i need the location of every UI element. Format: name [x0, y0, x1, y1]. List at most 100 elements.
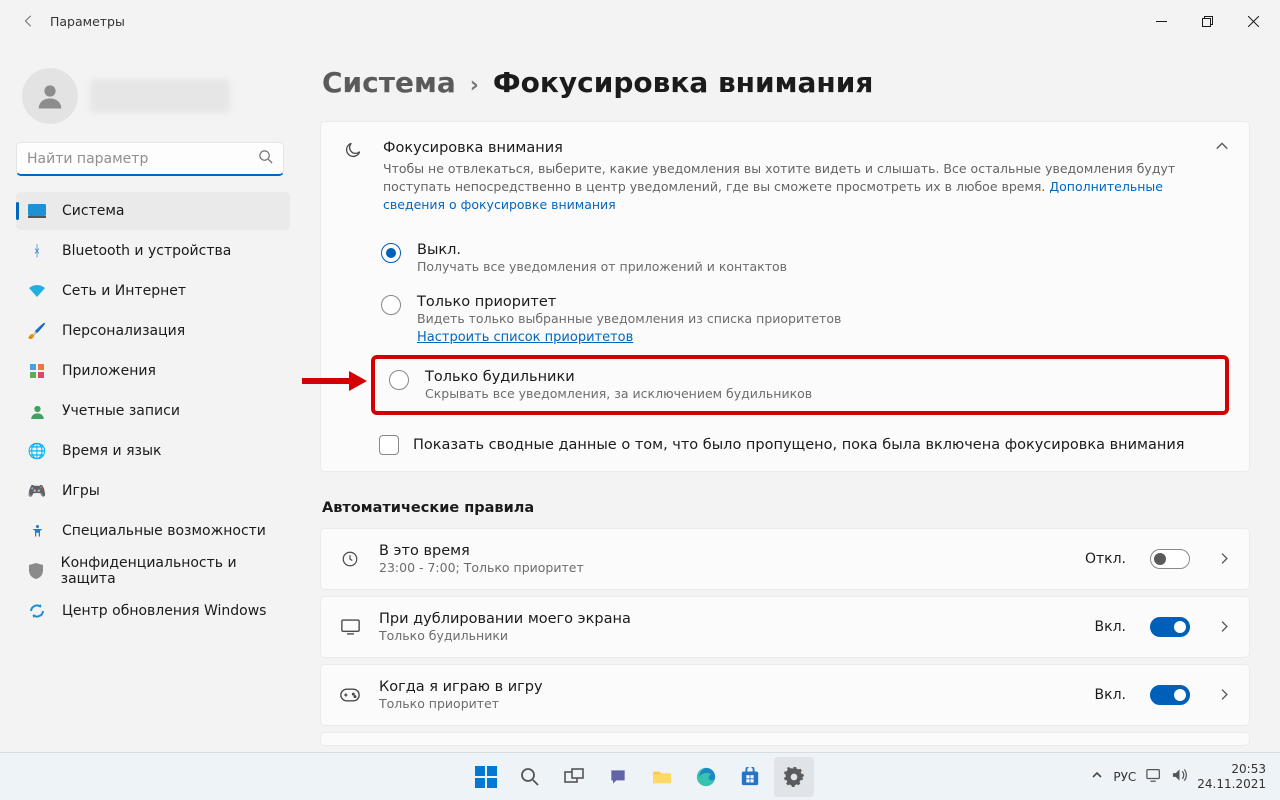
automatic-rules-heading: Автоматические правила [322, 500, 1250, 516]
show-summary-checkbox-row[interactable]: Показать сводные данные о том, что было … [321, 421, 1249, 471]
customize-priority-link[interactable]: Настроить список приоритетов [417, 330, 633, 345]
sidebar: Система ᚼ Bluetooth и устройства Сеть и … [0, 42, 302, 752]
rule-state: Вкл. [1095, 687, 1126, 703]
checkbox-icon[interactable] [379, 435, 399, 455]
sidebar-item-accessibility[interactable]: Специальные возможности [16, 512, 290, 550]
store-icon[interactable] [730, 757, 770, 797]
chevron-up-icon[interactable] [1215, 138, 1229, 157]
taskbar-search-icon[interactable] [510, 757, 550, 797]
focus-title: Фокусировка внимания [383, 138, 1197, 159]
option-alarms-only[interactable]: Только будильники Скрывать все уведомлен… [371, 355, 1229, 415]
sidebar-item-time-language[interactable]: 🌐 Время и язык [16, 432, 290, 470]
bluetooth-icon: ᚼ [28, 242, 46, 260]
rule-title: При дублировании моего экрана [379, 611, 1077, 627]
sidebar-item-privacy[interactable]: Конфиденциальность и защита [16, 552, 290, 590]
rule-state: Вкл. [1095, 619, 1126, 635]
accessibility-icon [28, 522, 46, 540]
focus-assist-card: Фокусировка внимания Чтобы не отвлекатьс… [320, 121, 1250, 472]
sidebar-item-label: Конфиденциальность и защита [61, 555, 278, 587]
network-tray-icon[interactable] [1146, 768, 1162, 785]
sidebar-item-personalization[interactable]: 🖌️ Персонализация [16, 312, 290, 350]
rule-during-hours[interactable]: В это время 23:00 - 7:00; Только приорит… [320, 528, 1250, 590]
sidebar-item-system[interactable]: Система [16, 192, 290, 230]
rule-sub: Только будильники [379, 628, 1077, 643]
toggle-switch[interactable] [1150, 685, 1190, 705]
taskbar-clock[interactable]: 20:53 24.11.2021 [1197, 762, 1266, 791]
option-sub: Получать все уведомления от приложений и… [417, 259, 787, 274]
search-icon [258, 149, 273, 168]
radio-icon[interactable] [389, 370, 409, 390]
breadcrumb: Система › Фокусировка внимания [322, 66, 1250, 99]
tray-overflow-icon[interactable] [1091, 769, 1103, 784]
rule-sub: 23:00 - 7:00; Только приоритет [379, 560, 1067, 575]
chat-icon[interactable] [598, 757, 638, 797]
annotation-arrow [302, 369, 369, 397]
task-view-icon[interactable] [554, 757, 594, 797]
option-priority-only[interactable]: Только приоритет Видеть только выбранные… [341, 284, 1229, 355]
maximize-button[interactable] [1184, 5, 1230, 37]
globe-clock-icon: 🌐 [28, 442, 46, 460]
back-button[interactable] [16, 8, 42, 34]
breadcrumb-current: Фокусировка внимания [493, 66, 874, 99]
option-sub: Видеть только выбранные уведомления из с… [417, 311, 841, 326]
breadcrumb-parent[interactable]: Система [322, 66, 456, 99]
clock-icon [339, 550, 361, 568]
sidebar-item-label: Сеть и Интернет [62, 283, 186, 299]
sidebar-item-label: Учетные записи [62, 403, 180, 419]
sidebar-item-update[interactable]: Центр обновления Windows [16, 592, 290, 630]
option-title: Только приоритет [417, 294, 841, 310]
sidebar-item-label: Игры [62, 483, 100, 499]
option-title: Выкл. [417, 242, 787, 258]
rule-title: В это время [379, 543, 1067, 559]
taskbar-date: 24.11.2021 [1197, 777, 1266, 791]
display-icon [339, 619, 361, 635]
rule-next-cut[interactable] [320, 732, 1250, 746]
app-title: Параметры [50, 14, 125, 29]
chevron-right-icon[interactable] [1218, 686, 1231, 705]
start-button[interactable] [466, 757, 506, 797]
volume-tray-icon[interactable] [1172, 768, 1187, 785]
apps-icon [28, 362, 46, 380]
sidebar-item-bluetooth[interactable]: ᚼ Bluetooth и устройства [16, 232, 290, 270]
focus-card-header[interactable]: Фокусировка внимания Чтобы не отвлекатьс… [321, 122, 1249, 230]
chevron-right-icon[interactable] [1218, 618, 1231, 637]
chevron-right-icon: › [470, 73, 479, 98]
file-explorer-icon[interactable] [642, 757, 682, 797]
sidebar-item-accounts[interactable]: Учетные записи [16, 392, 290, 430]
paintbrush-icon: 🖌️ [28, 322, 46, 340]
taskbar: РУС 20:53 24.11.2021 [0, 752, 1280, 800]
toggle-switch[interactable] [1150, 549, 1190, 569]
gamepad-icon: 🎮 [28, 482, 46, 500]
chevron-right-icon[interactable] [1218, 550, 1231, 569]
edge-icon[interactable] [686, 757, 726, 797]
user-name-redacted [90, 79, 230, 113]
rule-playing-game[interactable]: Когда я играю в игру Только приоритет Вк… [320, 664, 1250, 726]
sidebar-item-label: Приложения [62, 363, 156, 379]
sidebar-item-label: Система [62, 203, 124, 219]
sidebar-item-label: Специальные возможности [62, 523, 266, 539]
minimize-button[interactable] [1138, 5, 1184, 37]
radio-icon[interactable] [381, 295, 401, 315]
rule-duplicating-display[interactable]: При дублировании моего экрана Только буд… [320, 596, 1250, 658]
toggle-switch[interactable] [1150, 617, 1190, 637]
settings-app-icon[interactable] [774, 757, 814, 797]
user-account-row[interactable] [22, 68, 290, 124]
sidebar-item-label: Персонализация [62, 323, 185, 339]
person-icon [28, 402, 46, 420]
update-icon [28, 602, 46, 620]
sidebar-item-gaming[interactable]: 🎮 Игры [16, 472, 290, 510]
search-input[interactable] [27, 151, 258, 167]
moon-icon [341, 140, 365, 160]
search-box[interactable] [16, 142, 284, 176]
sidebar-item-apps[interactable]: Приложения [16, 352, 290, 390]
language-indicator[interactable]: РУС [1113, 770, 1136, 784]
option-title: Только будильники [425, 369, 812, 385]
radio-icon[interactable] [381, 243, 401, 263]
rule-title: Когда я играю в игру [379, 679, 1077, 695]
main-content: Система › Фокусировка внимания Фокусиров… [302, 42, 1280, 752]
taskbar-time: 20:53 [1197, 762, 1266, 776]
sidebar-item-network[interactable]: Сеть и Интернет [16, 272, 290, 310]
option-sub: Скрывать все уведомления, за исключением… [425, 386, 812, 401]
option-off[interactable]: Выкл. Получать все уведомления от прилож… [341, 232, 1229, 284]
close-button[interactable] [1230, 5, 1276, 37]
